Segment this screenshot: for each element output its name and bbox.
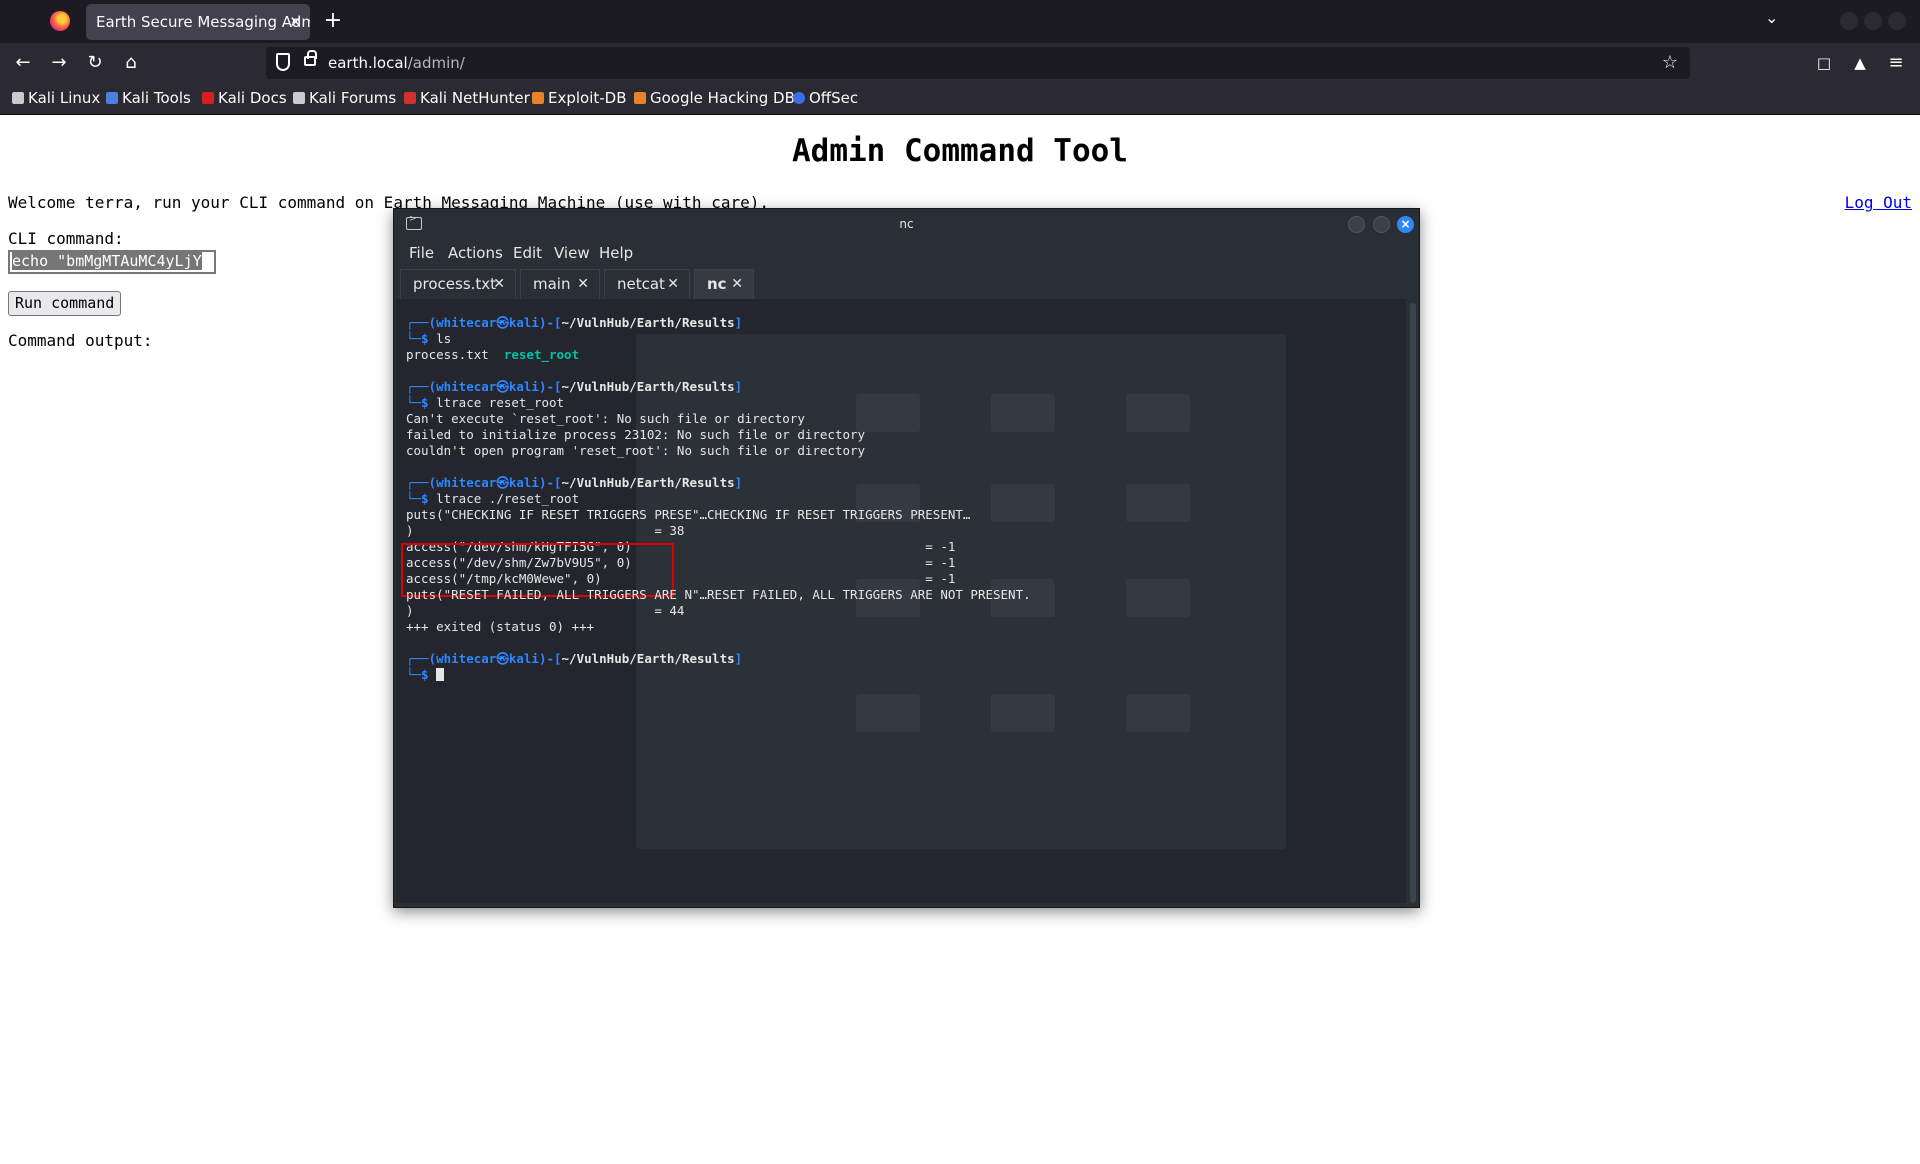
terminal-tab-netcat[interactable]: netcat ✕ <box>604 269 690 299</box>
cli-command-label: CLI command: <box>8 229 124 248</box>
output-line: failed to initialize process 23102: No s… <box>406 427 866 442</box>
terminal-scrollbar[interactable] <box>1410 303 1416 903</box>
exploit-db-icon <box>532 92 544 104</box>
ghost-thumbnail <box>991 394 1055 432</box>
browser-tab-active[interactable]: Earth Secure Messaging Admin ✕ <box>86 4 310 40</box>
bookmark-kali-linux[interactable]: Kali Linux <box>12 83 100 113</box>
output-line: puts("RESET FAILED, ALL TRIGGERS ARE N"…… <box>406 587 1031 602</box>
ghost-thumbnail <box>991 484 1055 522</box>
window-maximize-button[interactable] <box>1864 12 1882 30</box>
run-command-button[interactable]: Run command <box>8 291 122 316</box>
navigation-bar: ← → ↻ ⌂ earth.local/admin/ ☆ □ ▲ ≡ <box>0 43 1920 83</box>
prompt-line: ┌──(whitecar㉿kali)-[~/VulnHub/Earth/Resu… <box>406 475 743 490</box>
terminal-titlebar[interactable]: nc × <box>394 209 1419 239</box>
terminal-title: nc <box>899 217 914 231</box>
extensions-icon[interactable]: ▲ <box>1846 49 1874 77</box>
menu-edit[interactable]: Edit <box>513 239 542 267</box>
ghost-thumbnail <box>1126 579 1190 617</box>
menu-hamburger-icon[interactable]: ≡ <box>1882 49 1910 77</box>
command-line: └─$ ltrace ./reset_root <box>406 491 580 506</box>
prompt-line: ┌──(whitecar㉿kali)-[~/VulnHub/Earth/Resu… <box>406 651 743 666</box>
url-host: earth.local <box>328 54 408 72</box>
bookmarks-toolbar: Kali Linux Kali Tools Kali Docs Kali For… <box>0 83 1920 115</box>
tab-close-icon[interactable]: ✕ <box>667 270 679 299</box>
command-line: └─$ ltrace reset_root <box>406 395 565 410</box>
bookmark-kali-forums[interactable]: Kali Forums <box>293 83 396 113</box>
bookmark-exploit-db[interactable]: Exploit-DB <box>532 83 627 113</box>
tab-close-icon[interactable]: ✕ <box>577 270 589 299</box>
window-close-button[interactable] <box>1888 12 1906 30</box>
ghost-thumbnail <box>991 694 1055 732</box>
ghost-thumbnail <box>1126 694 1190 732</box>
output-line: Can't execute `reset_root': No such file… <box>406 411 805 426</box>
output-line: ) = 44 <box>406 603 685 618</box>
prompt-line: ┌──(whitecar㉿kali)-[~/VulnHub/Earth/Resu… <box>406 379 743 394</box>
output-line: puts("CHECKING IF RESET TRIGGERS PRESE"…… <box>406 507 971 522</box>
terminal-minimize-button[interactable] <box>1348 216 1365 233</box>
menu-view[interactable]: View <box>554 239 590 267</box>
menu-help[interactable]: Help <box>599 239 633 267</box>
output-line: +++ exited (status 0) +++ <box>406 619 595 634</box>
browser-tab-bar: Earth Secure Messaging Admin ✕ + ⌄ <box>0 0 1920 43</box>
tab-close-icon[interactable]: ✕ <box>493 270 505 299</box>
firefox-icon[interactable] <box>50 11 70 31</box>
output-line: ) = 38 <box>406 523 685 538</box>
prompt-line: ┌──(whitecar㉿kali)-[~/VulnHub/Earth/Resu… <box>406 315 743 330</box>
home-icon[interactable]: ⌂ <box>117 49 145 77</box>
terminal-cursor <box>436 668 445 681</box>
url-text[interactable]: earth.local/admin/ <box>328 47 465 79</box>
command-line[interactable]: └─$ <box>406 667 445 683</box>
lock-icon[interactable] <box>304 50 317 66</box>
kali-docs-icon <box>202 92 214 104</box>
terminal-tab-process-txt[interactable]: process.txt ✕ <box>400 269 516 299</box>
tab-list-chevron-icon[interactable]: ⌄ <box>1765 8 1778 27</box>
window-minimize-button[interactable] <box>1840 12 1858 30</box>
menu-actions[interactable]: Actions <box>448 239 503 267</box>
new-tab-button[interactable]: + <box>318 6 348 36</box>
terminal-tab-main[interactable]: main ✕ <box>520 269 600 299</box>
cli-command-value: echo "bmMgMTAuMC4yLjY <box>12 252 202 270</box>
bookmark-offsec[interactable]: OffSec <box>793 83 858 113</box>
bookmark-google-hacking-db[interactable]: Google Hacking DB <box>634 83 795 113</box>
terminal-output[interactable]: ┌──(whitecar㉿kali)-[~/VulnHub/Earth/Resu… <box>396 299 1406 903</box>
bookmark-kali-nethunter[interactable]: Kali NetHunter <box>404 83 530 113</box>
url-bar[interactable]: earth.local/admin/ ☆ <box>266 47 1690 79</box>
output-line: couldn't open program 'reset_root': No s… <box>406 443 866 458</box>
nethunter-icon <box>404 92 416 104</box>
menu-file[interactable]: File <box>409 239 434 267</box>
ghost-thumbnail <box>856 394 920 432</box>
terminal-tab-nc[interactable]: nc ✕ <box>694 269 754 299</box>
url-path: /admin/ <box>407 54 465 72</box>
reload-icon[interactable]: ↻ <box>81 49 109 77</box>
ghost-thumbnail <box>856 694 920 732</box>
offsec-icon <box>793 92 805 104</box>
back-arrow-icon[interactable]: ← <box>9 49 37 77</box>
kali-tools-icon <box>106 92 118 104</box>
kali-dragon-icon <box>12 92 24 104</box>
bookmark-kali-tools[interactable]: Kali Tools <box>106 83 191 113</box>
kali-forums-icon <box>293 92 305 104</box>
pocket-icon[interactable]: □ <box>1810 49 1838 77</box>
output-line: process.txt reset_root <box>406 347 580 362</box>
terminal-close-button[interactable]: × <box>1397 216 1414 233</box>
ghost-thumbnail <box>1126 394 1190 432</box>
tab-title: Earth Secure Messaging Admin <box>96 13 310 31</box>
cli-command-input[interactable]: echo "bmMgMTAuMC4yLjY <box>8 250 216 274</box>
command-output-label: Command output: <box>8 331 153 350</box>
ghdb-icon <box>634 92 646 104</box>
tab-close-icon[interactable]: ✕ <box>731 270 743 299</box>
command-line: └─$ ls <box>406 331 452 346</box>
ghost-thumbnail <box>1126 484 1190 522</box>
terminal-maximize-button[interactable] <box>1373 216 1390 233</box>
logout-link[interactable]: Log Out <box>1845 193 1912 212</box>
terminal-window[interactable]: nc × File Actions Edit View Help process… <box>393 208 1420 908</box>
terminal-menu-bar: File Actions Edit View Help <box>394 239 1419 267</box>
tracking-shield-icon[interactable] <box>276 53 290 71</box>
forward-arrow-icon[interactable]: → <box>45 49 73 77</box>
page-title: Admin Command Tool <box>792 133 1128 169</box>
bookmark-kali-docs[interactable]: Kali Docs <box>202 83 287 113</box>
tab-close-icon[interactable]: ✕ <box>289 4 302 40</box>
bookmark-star-icon[interactable]: ☆ <box>1662 47 1678 79</box>
